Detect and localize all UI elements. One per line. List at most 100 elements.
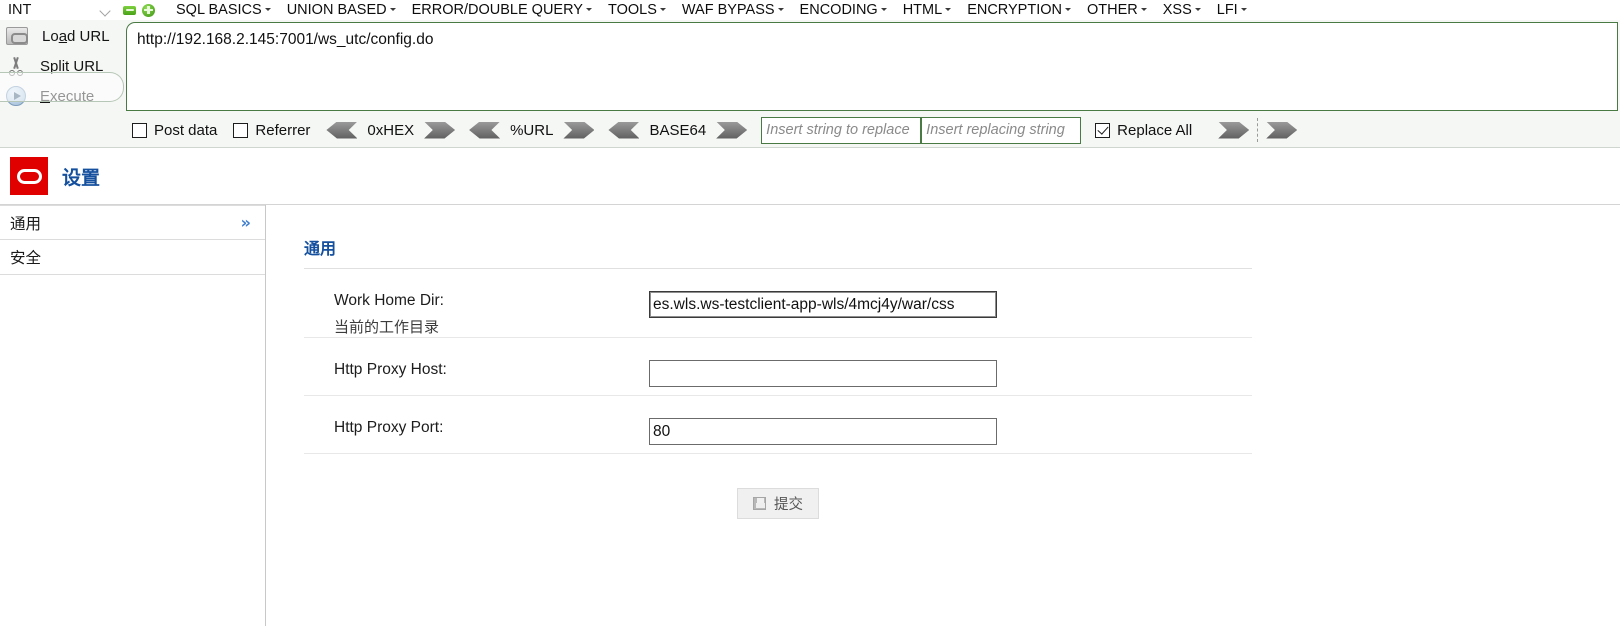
checkbox-box [233,122,249,138]
hackbar-menubar: SQL BASICS UNION BASED ERROR/DOUBLE QUER… [168,2,1255,18]
content-panel: 通用 Work Home Dir: 当前的工作目录 Http Proxy Hos… [266,205,1620,626]
split-url-icon [6,56,26,76]
menu-item-label: UNION BASED [286,2,387,18]
menu-item-sql-basics[interactable]: SQL BASICS [168,2,279,18]
execute-icon [6,86,26,106]
replace-with-input[interactable] [921,116,1082,144]
checkbox-box [132,122,147,138]
work-home-dir-label-en: Work Home Dir: [334,292,444,309]
hex-encode-arrow-right-icon[interactable] [424,121,456,139]
menu-item-xss[interactable]: XSS [1155,2,1209,18]
sidebar: 通用 » 安全 [0,205,266,626]
sidebar-item-general[interactable]: 通用 » [0,205,265,240]
submit-button[interactable]: 提交 [737,488,819,520]
menu-item-tools[interactable]: TOOLS [600,2,674,18]
caret-down-icon [880,8,887,11]
work-home-dir-label-cn: 当前的工作目录 [334,318,440,337]
menu-item-lfi[interactable]: LFI [1209,2,1255,18]
url-encode-arrow-right-icon[interactable] [563,121,595,139]
split-url-button[interactable]: Split URL [0,51,124,81]
execute-label: Execute [40,87,95,105]
menu-item-label: TOOLS [607,2,657,18]
menu-item-label: ENCODING [799,2,878,18]
menu-item-waf-bypass[interactable]: WAF BYPASS [674,2,792,18]
replace-apply-arrow-icon[interactable] [1218,121,1250,139]
form-row-work-home-dir: Work Home Dir: 当前的工作目录 [304,269,1252,339]
menu-item-encryption[interactable]: ENCRYPTION [959,2,1079,18]
hex-encoder-label: 0xHEX [367,121,415,139]
replace-search-input[interactable] [761,116,922,144]
menu-item-label: ERROR/DOUBLE QUERY [411,2,583,18]
hackbar-menu-row: INT SQL BASICS UNION BASED ERROR/DOUBLE … [0,0,1620,20]
minus-icon [123,5,136,15]
post-data-label: Post data [154,121,218,139]
execute-button[interactable]: Execute [0,81,124,111]
http-proxy-port-input[interactable] [649,418,997,446]
menu-item-label: OTHER [1087,2,1138,18]
submit-area: 提交 [304,454,1252,520]
chevron-down-icon [101,7,112,14]
hex-encoder-group: 0xHEX [326,121,456,139]
caret-down-icon [1240,8,1247,11]
url-encoder-group: %URL [469,121,595,139]
sidebar-item-label: 安全 [10,249,42,267]
work-home-dir-label: Work Home Dir: 当前的工作目录 [304,291,649,337]
hackbar-actions: Load URL Split URL Execute [0,21,124,113]
base64-decode-arrow-left-icon[interactable] [608,121,640,139]
caret-down-icon [1065,8,1071,11]
form-row-http-proxy-host: Http Proxy Host: [304,338,1252,397]
page-header: 设置 [0,148,1620,205]
page-title: 设置 [62,166,101,189]
menu-item-encoding[interactable]: ENCODING [792,2,895,18]
submit-button-label: 提交 [774,497,803,514]
type-select-value: INT [8,2,32,18]
referrer-checkbox[interactable]: Referrer [233,122,310,139]
caret-down-icon [1194,8,1201,11]
menu-item-union-based[interactable]: UNION BASED [279,2,404,18]
minus-button[interactable] [122,3,137,18]
url-encoder-label: %URL [510,121,554,139]
menu-item-html[interactable]: HTML [895,2,959,18]
plus-button[interactable] [141,3,156,18]
replace-all-label: Replace All [1117,121,1193,139]
caret-down-icon [389,8,396,11]
type-select[interactable]: INT [0,0,118,20]
hex-decode-arrow-left-icon[interactable] [326,121,358,139]
post-data-checkbox[interactable]: Post data [132,122,217,139]
menu-item-error-double-query[interactable]: ERROR/DOUBLE QUERY [404,2,600,18]
menu-item-label: ENCRYPTION [967,2,1062,18]
http-proxy-port-label: Http Proxy Port: [304,418,649,437]
menu-item-label: LFI [1216,2,1238,18]
caret-down-icon [659,8,666,11]
menu-item-other[interactable]: OTHER [1079,2,1155,18]
webpage-content: 设置 通用 » 安全 通用 Work Home Dir: 当前的工作目录 es.… [0,148,1620,626]
base64-encoder-label: BASE64 [649,121,707,139]
extra-apply-arrow-icon[interactable] [1266,121,1298,139]
caret-down-icon [1140,8,1147,11]
load-url-button[interactable]: Load URL [0,21,124,51]
http-proxy-host-input[interactable] [649,360,997,388]
url-input[interactable]: http://192.168.2.145:7001/ws_utc/config.… [126,22,1618,111]
menu-item-label: HTML [902,2,943,18]
checkbox-box [1095,122,1111,138]
caret-down-icon [585,8,592,11]
menu-item-label: WAF BYPASS [681,2,775,18]
oracle-logo-icon [10,157,48,195]
referrer-label: Referrer [255,121,311,139]
caret-down-icon [777,8,784,11]
base64-encode-arrow-right-icon[interactable] [716,121,748,139]
url-decode-arrow-left-icon[interactable] [469,121,501,139]
replace-all-checkbox[interactable]: Replace All [1095,122,1192,139]
plus-icon [142,3,155,17]
menu-item-label: XSS [1162,2,1192,18]
split-url-label: Split URL [40,57,104,75]
base64-encoder-group: BASE64 [608,121,748,139]
load-url-label: Load URL [42,27,110,45]
section-title: 通用 [304,235,1252,269]
sidebar-item-security[interactable]: 安全 [0,240,265,275]
load-url-icon [6,27,28,45]
work-home-dir-input[interactable] [649,291,997,318]
http-proxy-host-label-en: Http Proxy Host: [334,361,447,379]
sidebar-item-label: 通用 [10,214,42,233]
toolbar-divider [1257,118,1259,142]
